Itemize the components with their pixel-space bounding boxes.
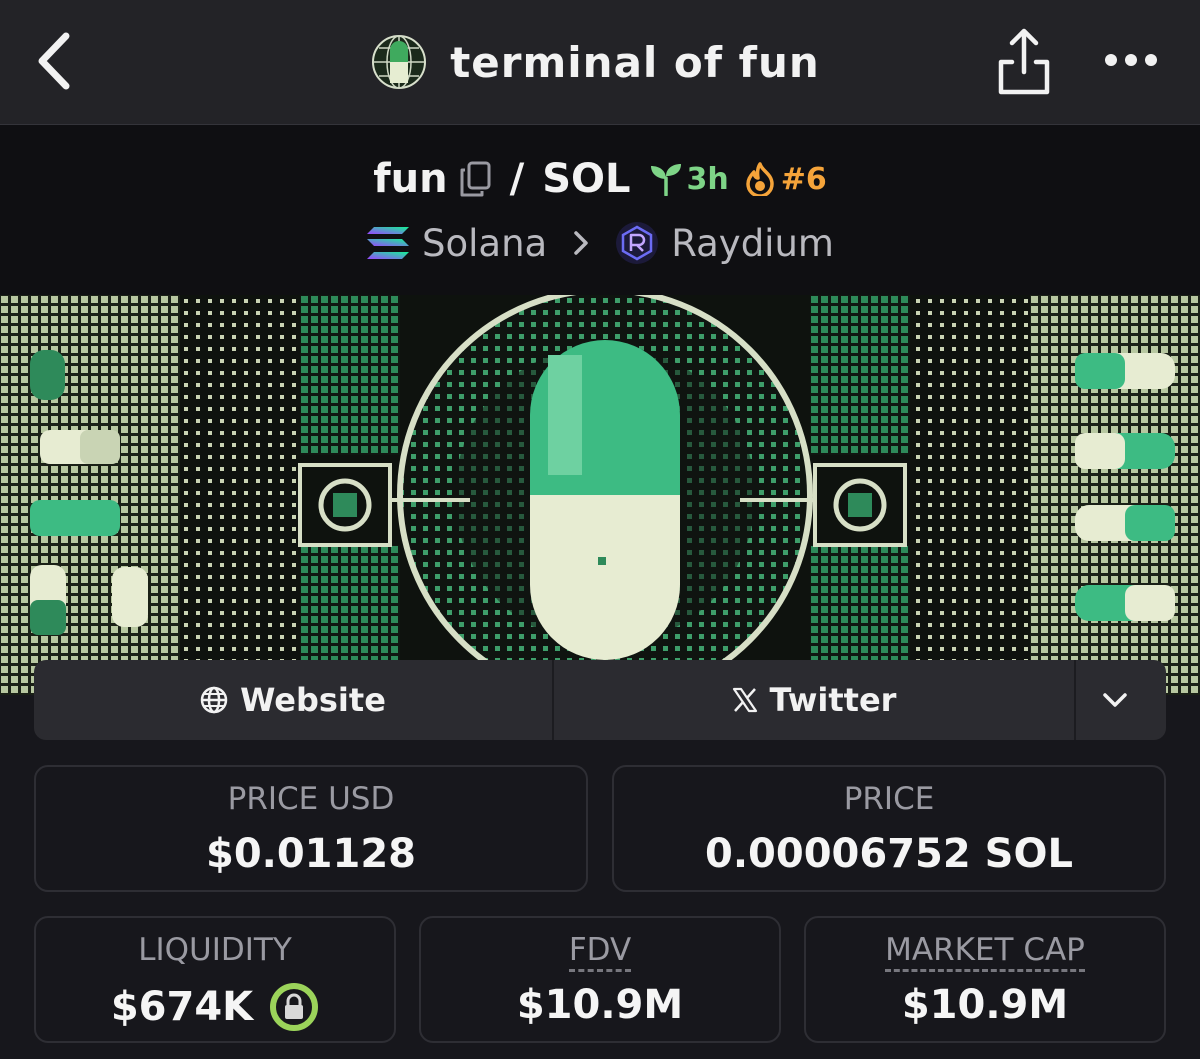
liquidity-card: LIQUIDITY $674K <box>34 916 396 1043</box>
pair-base-symbol: fun <box>373 156 448 202</box>
twitter-button[interactable]: Twitter <box>554 660 1076 740</box>
dex-name-link[interactable]: Raydium <box>671 222 834 265</box>
chevron-down-icon <box>1103 693 1127 707</box>
fdv-value: $10.9M <box>516 982 684 1028</box>
solana-logo-icon <box>367 227 410 259</box>
liquidity-value-row: $674K <box>36 982 394 1032</box>
price-usd-card: PRICE USD $0.01128 <box>34 765 588 892</box>
website-label: Website <box>240 681 386 719</box>
price-usd-label: PRICE USD <box>227 781 395 817</box>
flame-icon <box>746 162 774 196</box>
trending-rank: #6 <box>780 161 827 197</box>
twitter-label: Twitter <box>769 681 897 719</box>
app-logo-icon <box>372 35 427 89</box>
price-native-value: 0.00006752 SOL <box>705 831 1073 877</box>
fdv-label-wrap[interactable]: FDV <box>421 932 779 972</box>
sprout-icon <box>650 164 681 196</box>
pair-header: fun / SOL 3h #6 Solana Raydium <box>0 125 1200 295</box>
market-cap-card: MARKET CAP $10.9M <box>804 916 1166 1043</box>
market-cap-label: MARKET CAP <box>885 932 1085 972</box>
pair-separator: / <box>509 156 525 202</box>
banner-art <box>0 295 1200 695</box>
x-logo-icon <box>732 687 757 713</box>
price-usd-value: $0.01128 <box>205 831 417 877</box>
lock-icon[interactable] <box>269 982 319 1032</box>
website-button[interactable]: Website <box>34 660 554 740</box>
share-icon[interactable] <box>996 26 1052 96</box>
app-title: terminal of fun <box>450 37 820 87</box>
more-links-button[interactable] <box>1076 660 1166 740</box>
fdv-label: FDV <box>568 932 632 972</box>
social-links-bar: Website Twitter <box>34 660 1166 740</box>
liquidity-value: $674K <box>110 984 254 1030</box>
price-native-card: PRICE 0.00006752 SOL <box>612 765 1166 892</box>
globe-icon <box>200 686 228 714</box>
top-navbar: terminal of fun <box>0 0 1200 125</box>
copy-icon[interactable] <box>458 160 492 198</box>
token-banner-image <box>0 295 1200 695</box>
more-horizontal-icon[interactable] <box>1102 40 1160 80</box>
liquidity-label: LIQUIDITY <box>138 932 292 968</box>
pair-age: 3h <box>686 161 729 197</box>
chain-row: Solana Raydium <box>0 213 1200 273</box>
pair-row: fun / SOL 3h #6 <box>0 149 1200 209</box>
price-native-label: PRICE <box>843 781 935 817</box>
fdv-card: FDV $10.9M <box>419 916 781 1043</box>
market-cap-value: $10.9M <box>901 982 1069 1028</box>
raydium-logo-icon <box>616 222 659 264</box>
chevron-right-icon <box>574 231 588 255</box>
chain-name-link[interactable]: Solana <box>422 222 547 265</box>
market-cap-label-wrap[interactable]: MARKET CAP <box>806 932 1164 972</box>
pair-quote-symbol: SOL <box>542 156 631 202</box>
